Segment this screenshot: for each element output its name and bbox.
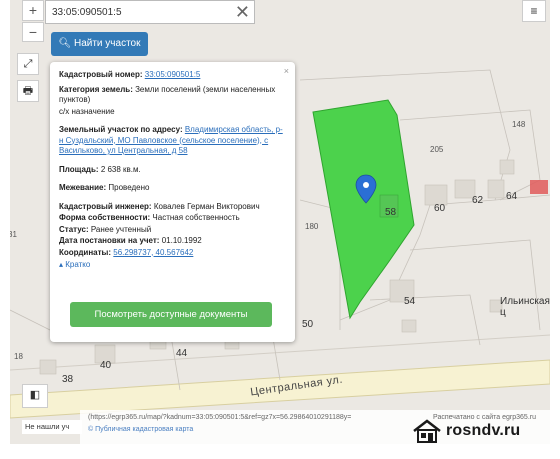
hamburger-icon: ≡ bbox=[530, 4, 538, 18]
map-label-64: 64 bbox=[506, 191, 518, 202]
cadastral-row: Кадастровый номер: 33:05:090501:5 bbox=[59, 70, 286, 81]
survey-label: Межевание: bbox=[59, 183, 107, 192]
map-label-148: 148 bbox=[512, 120, 526, 129]
cadastral-link[interactable]: 33:05:090501:5 bbox=[145, 70, 201, 79]
ownership-label: Форма собственности: bbox=[59, 213, 151, 222]
find-parcel-button[interactable]: 🔍︎ Найти участок bbox=[51, 32, 148, 56]
survey-row: Межевание: Проведено bbox=[59, 183, 286, 194]
caret-up-icon: ▴ bbox=[59, 260, 64, 269]
date-row: Дата постановки на учет: 01.10.1992 bbox=[59, 236, 286, 247]
view-documents-button[interactable]: Посмотреть доступные документы bbox=[70, 302, 272, 327]
map-label-205: 205 bbox=[430, 145, 444, 154]
coords-label: Координаты: bbox=[59, 247, 112, 257]
area-label: Площадь: bbox=[59, 164, 99, 174]
status-row: Статус: Ранее учтенный bbox=[59, 225, 286, 236]
date-value: 01.10.1992 bbox=[161, 236, 202, 245]
church-label: Ильинская ц bbox=[500, 296, 550, 318]
area-value: 2 638 кв.м. bbox=[100, 164, 141, 174]
house-logo-icon bbox=[413, 419, 441, 443]
map-label-38: 38 bbox=[62, 374, 74, 385]
search-box[interactable]: ✕ bbox=[45, 0, 255, 24]
not-found-link[interactable]: Не нашли уч bbox=[22, 420, 82, 434]
search-icon: 🔍︎ bbox=[58, 38, 72, 49]
pkk-credit: © Публичная кадастровая карта bbox=[88, 426, 194, 433]
parcel-info-popup: × Кадастровый номер: 33:05:090501:5 Кате… bbox=[50, 62, 295, 342]
map-label-58: 58 bbox=[385, 207, 397, 218]
date-label: Дата постановки на учет: bbox=[59, 236, 160, 245]
engineer-value: Ковалев Герман Викторович bbox=[153, 201, 260, 211]
find-parcel-label: Найти участок bbox=[73, 38, 141, 49]
zoom-out-button[interactable]: − bbox=[22, 22, 44, 42]
engineer-label: Кадастровый инженер: bbox=[59, 201, 152, 211]
address-label: Земельный участок по адресу: bbox=[59, 125, 183, 134]
brand-watermark: rosndv.ru bbox=[412, 418, 520, 444]
map-label-50: 50 bbox=[302, 319, 314, 330]
layers-icon: ◧ bbox=[29, 389, 41, 401]
area-row: Площадь: 2 638 кв.м. bbox=[59, 165, 286, 176]
popup-close-icon[interactable]: × bbox=[284, 66, 289, 77]
engineer-row: Кадастровый инженер: Ковалев Герман Викт… bbox=[59, 202, 286, 213]
map-label-18: 18 bbox=[14, 352, 23, 361]
cadastral-label: Кадастровый номер: bbox=[59, 70, 143, 79]
coords-link[interactable]: 56.298737, 40.567642 bbox=[113, 248, 193, 257]
brand-name: rosndv.ru bbox=[446, 422, 521, 439]
brief-toggle[interactable]: ▴ Кратко bbox=[59, 260, 286, 271]
map-label-180: 180 bbox=[305, 222, 319, 231]
ownership-value: Частная собственность bbox=[152, 213, 240, 222]
coords-row: Координаты: 56.298737, 40.567642 bbox=[59, 248, 286, 259]
address-row: Земельный участок по адресу: Владимирска… bbox=[59, 125, 286, 157]
map-label-40: 40 bbox=[100, 360, 112, 371]
status-label: Статус: bbox=[59, 224, 89, 234]
map-label-60: 60 bbox=[434, 203, 446, 214]
category-label: Категория земель: bbox=[59, 84, 133, 94]
layers-button[interactable]: ◧ bbox=[22, 384, 48, 408]
status-value: Ранее учтенный bbox=[90, 224, 152, 234]
close-icon[interactable]: ✕ bbox=[235, 2, 250, 22]
print-button[interactable]: 🖶︎ bbox=[17, 80, 39, 102]
ownership-row: Форма собственности: Частная собственнос… bbox=[59, 213, 286, 224]
category-row: Категория земель: Земли поселений (земли… bbox=[59, 85, 286, 106]
survey-value: Проведено bbox=[108, 183, 150, 192]
map-label-54: 54 bbox=[404, 296, 416, 307]
map-label-31: 31 bbox=[10, 230, 17, 239]
brief-label: Кратко bbox=[65, 260, 91, 269]
zoom-in-button[interactable]: + bbox=[22, 0, 44, 21]
usage-row: с/х назначение bbox=[59, 106, 115, 116]
map-label-62: 62 bbox=[472, 195, 484, 206]
menu-button[interactable]: ≡ bbox=[522, 0, 546, 22]
expand-button[interactable]: ⤢ bbox=[17, 53, 39, 75]
map-label-44: 44 bbox=[176, 348, 188, 359]
attribution-url: (https://egrp365.ru/map/?kadnum=33:05:09… bbox=[88, 414, 352, 421]
expand-icon: ⤢ bbox=[23, 58, 33, 70]
cadastral-search-input[interactable] bbox=[46, 6, 226, 18]
print-icon: 🖶︎ bbox=[22, 85, 34, 97]
